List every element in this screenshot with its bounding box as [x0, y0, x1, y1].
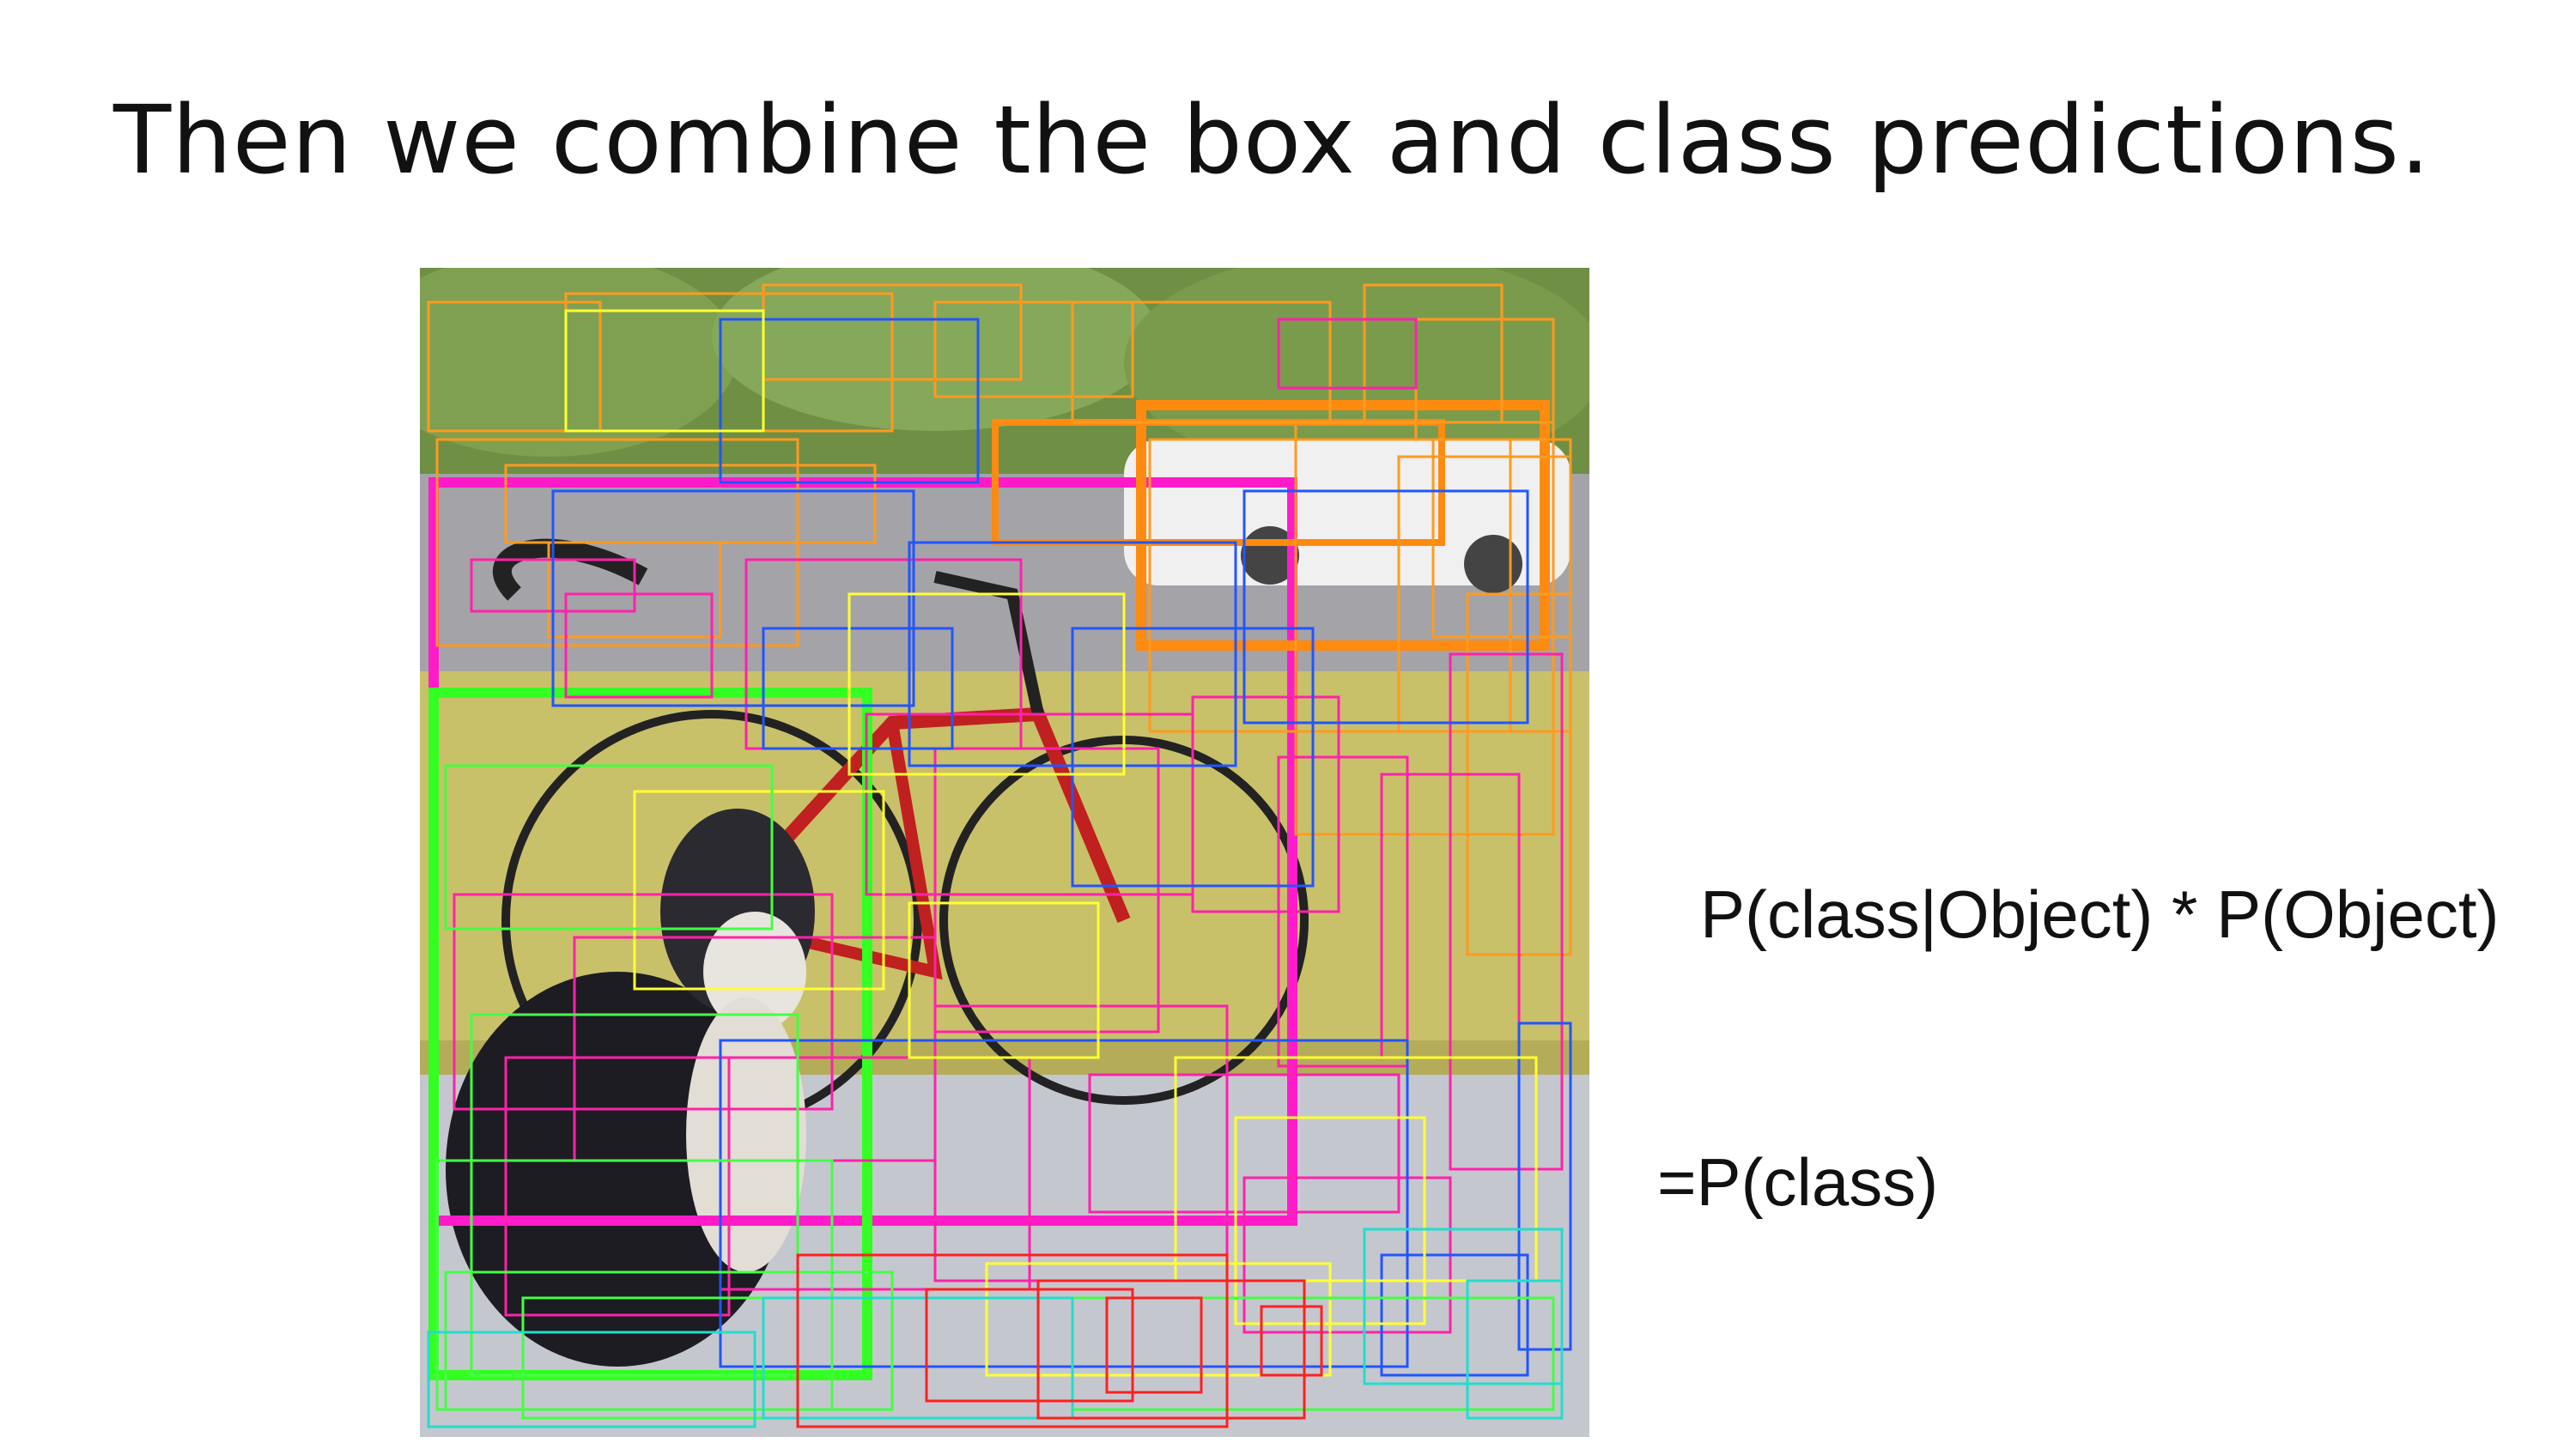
slide-title: Then we combine the box and class predic… — [113, 85, 2431, 195]
photo-illustration — [420, 268, 1589, 1437]
slide: Then we combine the box and class predic… — [0, 0, 2576, 1449]
car-wheel — [1464, 535, 1522, 593]
formula-line-1: P(class|Object) * P(Object) — [1700, 876, 2500, 952]
bounding-box-image — [420, 268, 1589, 1437]
dog-chest — [686, 997, 806, 1272]
formula-line-2: =P(class) — [1657, 1144, 1939, 1220]
probability-formula: P(class|Object) * P(Object) =P(class) — [1657, 691, 2499, 1405]
